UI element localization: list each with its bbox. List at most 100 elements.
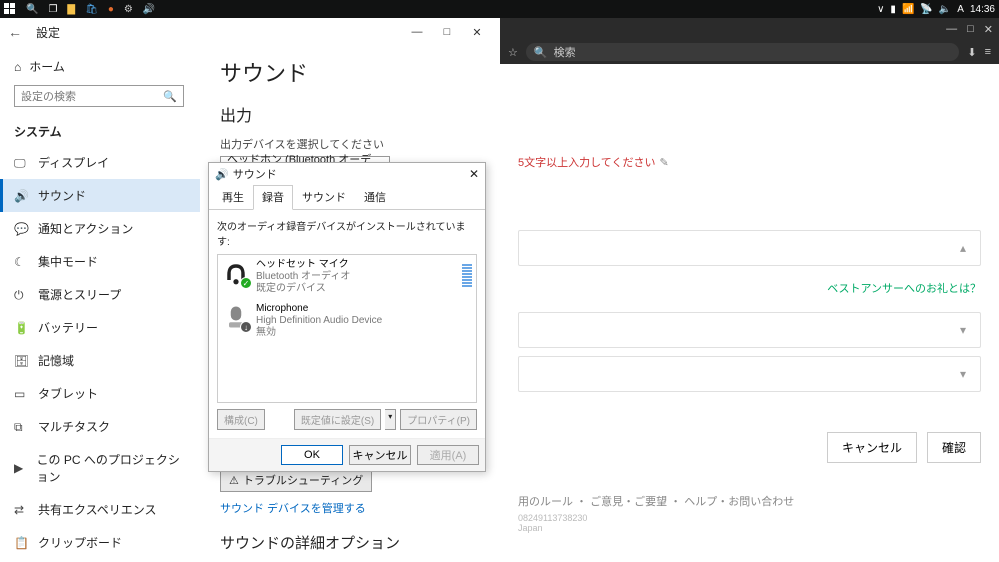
- input-prompt: 5文字以上入力してください ✎: [518, 154, 981, 170]
- nav-group-system: システム: [0, 117, 200, 146]
- nav-item-clipboard[interactable]: 📋クリップボード: [0, 526, 200, 559]
- tray-signal-icon[interactable]: 📶: [902, 4, 914, 15]
- nav-item-shared[interactable]: ⇄共有エクスペリエンス: [0, 493, 200, 526]
- favorite-icon[interactable]: ☆: [508, 46, 518, 59]
- volume-icon[interactable]: 🔊: [143, 4, 155, 15]
- device-icon: ✓: [222, 259, 250, 287]
- answer-card[interactable]: ▴: [518, 230, 981, 266]
- clock[interactable]: 14:36: [970, 4, 995, 15]
- nav-item-power[interactable]: ⏻電源とスリープ: [0, 278, 200, 311]
- nav-label: 記憶域: [38, 352, 74, 369]
- device-status: 無効: [256, 327, 382, 339]
- tab-3[interactable]: 通信: [355, 185, 395, 209]
- device-row[interactable]: ↓MicrophoneHigh Definition Audio Device無…: [218, 299, 476, 343]
- nav-label: この PC へのプロジェクション: [37, 451, 187, 485]
- nav-label: 集中モード: [38, 253, 98, 270]
- prompt-text: 5文字以上入力してください: [518, 154, 655, 170]
- home-button[interactable]: ⌂ ホーム: [0, 52, 200, 81]
- nav-label: 共有エクスペリエンス: [38, 501, 157, 518]
- device-status: 既定のデバイス: [256, 283, 350, 295]
- ok-button[interactable]: OK: [281, 445, 343, 465]
- page-cancel-button[interactable]: キャンセル: [827, 432, 917, 463]
- nav-item-tablet[interactable]: ▭ タブレット: [0, 377, 200, 410]
- nav-label: 通知とアクション: [38, 220, 133, 237]
- start-button[interactable]: [4, 3, 16, 15]
- apply-button[interactable]: 適用(A): [417, 445, 479, 465]
- properties-button[interactable]: プロパティ(P): [400, 409, 477, 430]
- device-row[interactable]: ✓ヘッドセット マイクBluetooth オーディオ既定のデバイス: [218, 255, 476, 299]
- settings-title: 設定: [36, 24, 60, 41]
- tab-2[interactable]: サウンド: [293, 185, 355, 209]
- edit-icon[interactable]: ✎: [659, 156, 668, 169]
- tray-wifi-icon[interactable]: 📡: [920, 4, 932, 15]
- tray-chevron-icon[interactable]: ∨: [877, 4, 884, 15]
- configure-button[interactable]: 構成(C): [217, 409, 265, 430]
- tab-1[interactable]: 録音: [253, 185, 293, 210]
- tablet-icon: ▭: [14, 387, 28, 401]
- power-icon: ⏻: [14, 288, 28, 302]
- nav-label: ディスプレイ: [38, 154, 109, 171]
- taskbar: 🔍 ❐ ▇ 🛍 ● ⚙ 🔊 ∨ ▮ 📶 📡 🔈 A 14:36: [0, 0, 999, 18]
- focus-icon: ☾: [14, 255, 28, 269]
- firefox-icon[interactable]: ●: [108, 4, 114, 15]
- browser-maximize-button[interactable]: □: [967, 23, 974, 35]
- dialog-title: サウンド: [233, 166, 277, 182]
- storage-icon: 🗄: [14, 354, 28, 368]
- minimize-button[interactable]: —: [402, 22, 432, 42]
- nav-item-project[interactable]: ▶この PC へのプロジェクション: [0, 443, 200, 493]
- dialog-description: 次のオーディオ録音デバイスがインストールされています:: [217, 218, 477, 248]
- answer-card[interactable]: ▾: [518, 356, 981, 392]
- battery-icon: 🔋: [14, 321, 28, 335]
- manage-devices-link[interactable]: サウンド デバイスを管理する: [220, 500, 480, 516]
- close-button[interactable]: ✕: [462, 22, 492, 42]
- settings-icon[interactable]: ⚙: [124, 4, 133, 15]
- ime-indicator[interactable]: A: [957, 4, 964, 15]
- device-list[interactable]: ✓ヘッドセット マイクBluetooth オーディオ既定のデバイス ↓ Microp…: [217, 254, 477, 403]
- answer-card[interactable]: ▾: [518, 312, 981, 348]
- best-answer-link[interactable]: ベストアンサーへのお礼とは？: [518, 280, 981, 296]
- device-icon: ↓: [222, 303, 250, 331]
- nav-label: サウンド: [38, 187, 86, 204]
- tab-0[interactable]: 再生: [213, 185, 253, 209]
- chevron-down-icon: ▾: [960, 367, 966, 381]
- page-footer-links: 用のルール ・ ご意見・ご要望 ・ ヘルプ・お問い合わせ: [518, 493, 981, 509]
- set-default-button[interactable]: 既定値に設定(S): [294, 409, 381, 430]
- browser-minimize-button[interactable]: —: [946, 23, 957, 35]
- search-icon: 🔍: [163, 90, 177, 103]
- nav-item-display[interactable]: 🖵 ディスプレイ: [0, 146, 200, 179]
- nav-item-sound[interactable]: 🔊 サウンド: [0, 179, 200, 212]
- tray-vol-icon[interactable]: 🔈: [939, 4, 951, 15]
- nav-item-notify[interactable]: 💬 通知とアクション: [0, 212, 200, 245]
- explorer-icon[interactable]: ▇: [67, 4, 75, 15]
- page-confirm-button[interactable]: 確認: [927, 432, 981, 463]
- nav-label: タブレット: [38, 385, 98, 402]
- menu-icon[interactable]: ≡: [985, 46, 991, 58]
- page-footer-meta: 08249113738230 Japan: [518, 513, 981, 533]
- nav-item-focus[interactable]: ☾ 集中モード: [0, 245, 200, 278]
- sound-icon: 🔊: [215, 168, 229, 181]
- set-default-caret[interactable]: ▾: [385, 409, 396, 430]
- dialog-close-button[interactable]: ✕: [469, 167, 479, 181]
- multitask-icon: ⧉: [14, 420, 28, 434]
- back-button[interactable]: ←: [8, 24, 22, 40]
- taskview-icon[interactable]: ❐: [48, 4, 57, 15]
- cancel-button[interactable]: キャンセル: [349, 445, 411, 465]
- download-icon[interactable]: ⬇: [967, 46, 976, 59]
- nav-item-storage[interactable]: 🗄 記憶域: [0, 344, 200, 377]
- warning-icon: ⚠: [229, 474, 239, 487]
- sound-icon: 🔊: [14, 189, 28, 203]
- tray-battery-icon[interactable]: ▮: [890, 4, 896, 15]
- settings-search-input[interactable]: 設定の検索 🔍: [14, 85, 184, 107]
- dialog-tabs: 再生録音サウンド通信: [209, 185, 485, 210]
- nav-item-multitask[interactable]: ⧉マルチタスク: [0, 410, 200, 443]
- nav-item-battery[interactable]: 🔋バッテリー: [0, 311, 200, 344]
- search-icon[interactable]: 🔍: [26, 4, 38, 15]
- maximize-button[interactable]: □: [432, 22, 462, 42]
- browser-close-button[interactable]: ✕: [984, 23, 993, 36]
- notify-icon: 💬: [14, 222, 28, 236]
- store-icon[interactable]: 🛍: [85, 4, 98, 15]
- display-icon: 🖵: [14, 156, 28, 170]
- device-name: Microphone: [256, 303, 382, 315]
- address-search-input[interactable]: 🔍 検索: [526, 43, 959, 61]
- chevron-up-icon: ▴: [960, 241, 966, 255]
